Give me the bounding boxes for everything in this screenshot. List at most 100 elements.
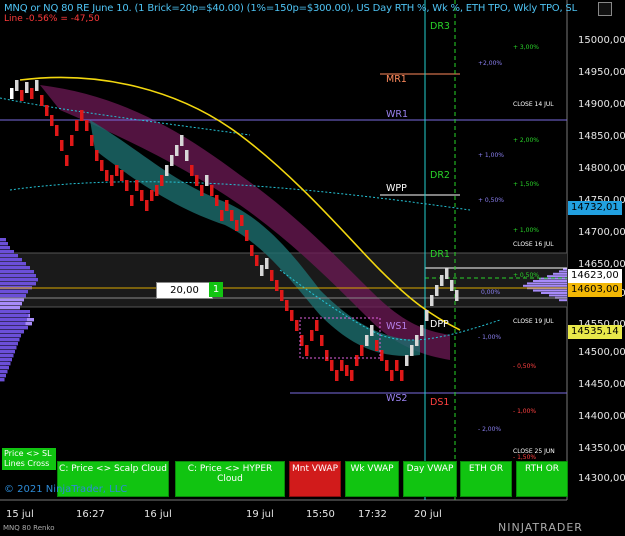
y-tick-label: 15000,00 <box>578 35 625 46</box>
renko-brick <box>330 360 334 371</box>
sl-cross-label[interactable]: Price <> SL Lines Cross <box>2 448 56 470</box>
volume-bar <box>541 292 567 294</box>
renko-brick <box>180 135 184 146</box>
renko-brick <box>220 210 224 221</box>
volume-bar <box>0 310 30 314</box>
price-tag-vwap: 14732,01 <box>568 201 622 215</box>
renko-brick <box>240 215 244 226</box>
x-tick-label: 20 jul <box>414 509 442 520</box>
renko-brick <box>260 265 264 276</box>
renko-brick <box>315 320 319 331</box>
volume-bar <box>0 290 28 294</box>
renko-brick <box>375 340 379 351</box>
y-tick-label: 14400,00 <box>578 411 625 422</box>
price-tag-curve: 14535,14 <box>568 325 622 339</box>
renko-brick <box>175 145 179 156</box>
x-tick-label: 17:32 <box>358 509 387 520</box>
volume-bar <box>0 302 22 306</box>
renko-brick <box>355 355 359 366</box>
y-tick-label: 14300,00 <box>578 473 625 484</box>
renko-brick <box>210 185 214 196</box>
renko-brick <box>385 360 389 371</box>
renko-brick <box>215 195 219 206</box>
volume-bar <box>0 350 15 354</box>
renko-brick <box>205 175 209 186</box>
renko-brick <box>325 350 329 361</box>
renko-brick <box>160 175 164 186</box>
renko-brick <box>35 80 39 91</box>
volume-bar <box>559 299 567 302</box>
renko-brick <box>280 290 284 301</box>
renko-brick <box>40 95 44 106</box>
renko-brick <box>170 155 174 166</box>
renko-brick <box>110 175 114 186</box>
renko-brick <box>450 280 454 291</box>
hyper-cloud-button[interactable]: C: Price <> HYPER Cloud <box>175 461 285 497</box>
pct-label: - 2,00% <box>478 426 502 433</box>
copyright-text: © 2021 NinjaTrader, LLC <box>4 484 128 495</box>
quantity-field[interactable]: 20,00 <box>156 282 213 299</box>
renko-brick <box>410 345 414 356</box>
renko-brick <box>105 170 109 181</box>
level-dr1: DR1 <box>430 249 450 260</box>
volume-bar <box>0 238 6 242</box>
chart-menu-box[interactable] <box>598 2 612 16</box>
renko-brick <box>10 88 14 99</box>
renko-brick <box>75 120 79 131</box>
renko-brick <box>225 200 229 211</box>
renko-brick <box>20 90 24 101</box>
day-vwap-button[interactable]: Day VWAP <box>403 461 457 497</box>
renko-brick <box>335 370 339 381</box>
level-dr2: DR2 <box>430 170 450 181</box>
renko-brick <box>55 125 59 136</box>
renko-brick <box>300 335 304 346</box>
renko-brick <box>405 355 409 366</box>
mnt-vwap-button[interactable]: Mnt VWAP <box>289 461 341 497</box>
renko-brick <box>115 165 119 176</box>
order-count-button[interactable]: 1 <box>209 282 223 297</box>
scalp-cloud <box>90 120 420 356</box>
volume-bar <box>533 289 567 292</box>
wk-vwap-button[interactable]: Wk VWAP <box>345 461 399 497</box>
volume-bar <box>0 374 6 378</box>
renko-brick <box>30 88 34 99</box>
note-close: CLOSE 16 JUL <box>513 241 554 248</box>
renko-brick <box>305 345 309 356</box>
renko-brick <box>430 295 434 306</box>
volume-bar <box>0 370 8 374</box>
eth-or-button[interactable]: ETH OR <box>460 461 512 497</box>
pct-label: + 0,50% <box>513 272 539 279</box>
x-tick-label: 15:50 <box>306 509 335 520</box>
volume-bar <box>0 262 26 266</box>
volume-bar <box>0 294 26 298</box>
renko-brick <box>415 335 419 346</box>
renko-brick <box>120 170 124 181</box>
instrument-label: MNQ 80 Renko <box>3 524 55 532</box>
volume-bar <box>0 342 18 346</box>
renko-brick <box>135 180 139 191</box>
renko-brick <box>145 200 149 211</box>
rth-or-button[interactable]: RTH OR <box>516 461 568 497</box>
x-tick-label: 19 jul <box>246 509 274 520</box>
renko-brick <box>395 360 399 371</box>
volume-bar <box>0 270 34 274</box>
pct-label: - 0,50% <box>513 363 537 370</box>
volume-bar <box>0 306 20 310</box>
renko-brick <box>265 258 269 269</box>
level-dr3: DR3 <box>430 21 450 32</box>
renko-brick <box>255 255 259 266</box>
renko-brick <box>420 325 424 336</box>
y-tick-label: 14800,00 <box>578 163 625 174</box>
volume-bar <box>0 314 29 318</box>
renko-brick <box>380 350 384 361</box>
pct-label: 0,00% <box>481 289 501 296</box>
volume-bar <box>0 334 21 338</box>
volume-bar <box>0 298 24 302</box>
pct-label: + 0,50% <box>478 197 504 204</box>
renko-brick <box>455 290 459 301</box>
renko-brick <box>275 280 279 291</box>
y-tick-label: 14850,00 <box>578 131 625 142</box>
renko-brick <box>285 300 289 311</box>
renko-brick <box>390 370 394 381</box>
price-tag-sl: 14603,00 <box>568 283 622 297</box>
